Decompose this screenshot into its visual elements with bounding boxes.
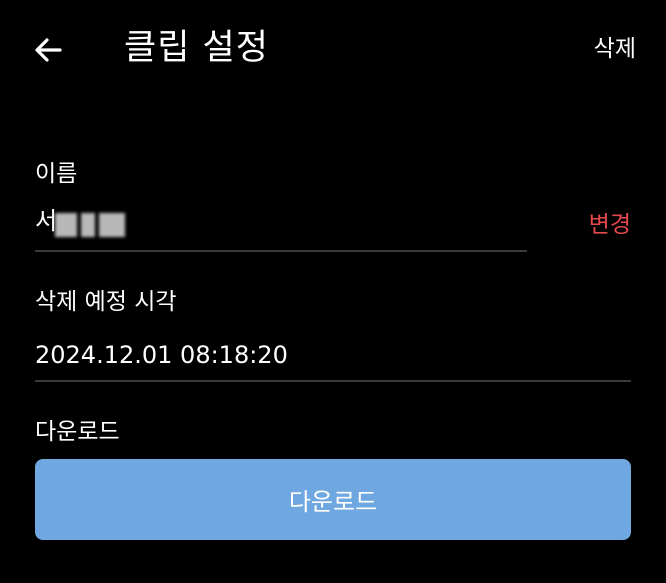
- arrow-left-icon: [35, 38, 62, 62]
- deletion-schedule-value: 2024.12.01 08:18:20: [35, 341, 288, 369]
- name-label: 이름: [35, 161, 78, 187]
- page-title: 클립 설정: [124, 28, 269, 68]
- app-header: 클립 설정 삭제: [0, 0, 666, 100]
- back-button[interactable]: [26, 28, 70, 72]
- name-field: 서: [35, 200, 527, 252]
- deletion-schedule-field: 2024.12.01 08:18:20: [35, 330, 631, 382]
- redacted-name: [55, 208, 133, 242]
- deletion-schedule-label: 삭제 예정 시각: [35, 289, 177, 315]
- change-name-button[interactable]: 변경: [589, 208, 631, 242]
- download-button[interactable]: 다운로드: [35, 459, 631, 540]
- name-value: 서: [35, 207, 58, 235]
- download-section-label: 다운로드: [35, 419, 120, 445]
- delete-button[interactable]: 삭제: [594, 31, 636, 67]
